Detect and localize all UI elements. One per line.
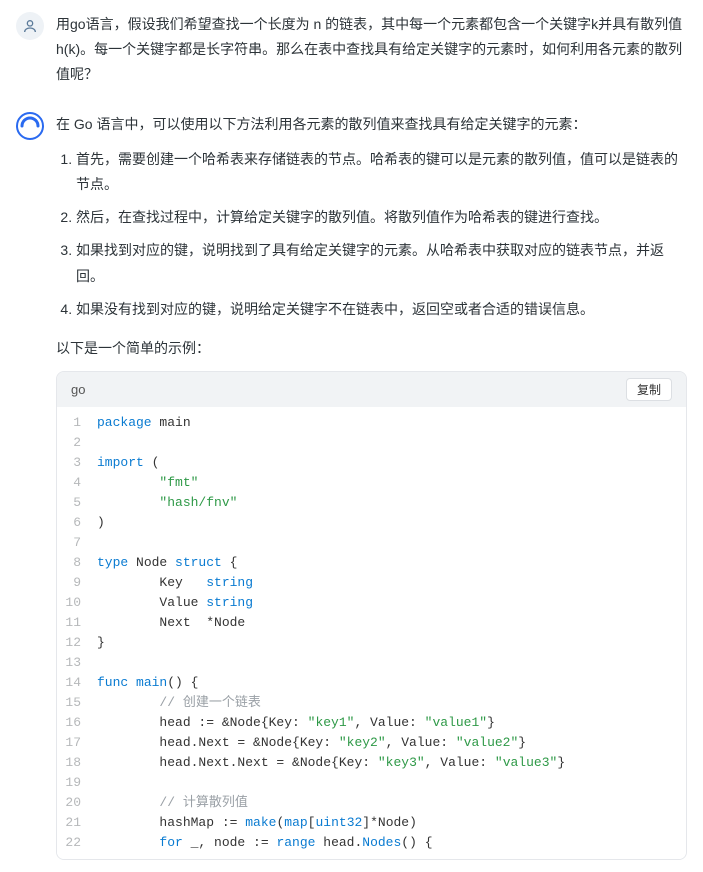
code-line: 1package main xyxy=(57,413,686,433)
line-number: 2 xyxy=(57,433,91,453)
user-text: 用go语言，假设我们希望查找一个长度为 n 的链表，其中每一个元素都包含一个关键… xyxy=(56,12,687,88)
line-code: Key string xyxy=(91,573,686,593)
line-number: 4 xyxy=(57,473,91,493)
line-number: 6 xyxy=(57,513,91,533)
line-code: // 创建一个链表 xyxy=(91,693,686,713)
line-code: hashMap := make(map[uint32]*Node) xyxy=(91,813,686,833)
line-code: // 计算散列值 xyxy=(91,793,686,813)
assistant-intro: 在 Go 语言中，可以使用以下方法利用各元素的散列值来查找具有给定关键字的元素： xyxy=(56,112,687,137)
code-lang: go xyxy=(71,378,85,401)
line-code xyxy=(91,433,686,453)
line-code: type Node struct { xyxy=(91,553,686,573)
code-line: 18 head.Next.Next = &Node{Key: "key3", V… xyxy=(57,753,686,773)
code-line: 11 Next *Node xyxy=(57,613,686,633)
code-line: 15 // 创建一个链表 xyxy=(57,693,686,713)
line-number: 10 xyxy=(57,593,91,613)
line-number: 11 xyxy=(57,613,91,633)
line-number: 17 xyxy=(57,733,91,753)
code-line: 13 xyxy=(57,653,686,673)
code-header: go 复制 xyxy=(57,372,686,407)
code-line: 16 head := &Node{Key: "key1", Value: "va… xyxy=(57,713,686,733)
line-code: } xyxy=(91,633,686,653)
code-line: 8type Node struct { xyxy=(57,553,686,573)
user-icon xyxy=(22,18,38,34)
line-code: for _, node := range head.Nodes() { xyxy=(91,833,686,853)
code-line: 17 head.Next = &Node{Key: "key2", Value:… xyxy=(57,733,686,753)
code-line: 10 Value string xyxy=(57,593,686,613)
line-number: 3 xyxy=(57,453,91,473)
code-line: 21 hashMap := make(map[uint32]*Node) xyxy=(57,813,686,833)
line-number: 9 xyxy=(57,573,91,593)
assistant-steps: 首先，需要创建一个哈希表来存储链表的节点。哈希表的键可以是元素的散列值，值可以是… xyxy=(56,147,687,322)
line-number: 22 xyxy=(57,833,91,853)
line-code: head.Next.Next = &Node{Key: "key3", Valu… xyxy=(91,753,686,773)
line-number: 1 xyxy=(57,413,91,433)
line-code xyxy=(91,773,686,793)
user-avatar xyxy=(16,12,44,40)
code-line: 7 xyxy=(57,533,686,553)
line-number: 13 xyxy=(57,653,91,673)
code-line: 14func main() { xyxy=(57,673,686,693)
step-1: 首先，需要创建一个哈希表来存储链表的节点。哈希表的键可以是元素的散列值，值可以是… xyxy=(76,147,687,197)
line-code: head := &Node{Key: "key1", Value: "value… xyxy=(91,713,686,733)
user-message: 用go语言，假设我们希望查找一个长度为 n 的链表，其中每一个元素都包含一个关键… xyxy=(0,0,703,100)
code-line: 19 xyxy=(57,773,686,793)
code-line: 5 "hash/fnv" xyxy=(57,493,686,513)
line-code: import ( xyxy=(91,453,686,473)
code-line: 6) xyxy=(57,513,686,533)
code-line: 20 // 计算散列值 xyxy=(57,793,686,813)
code-line: 9 Key string xyxy=(57,573,686,593)
assistant-avatar xyxy=(16,112,44,140)
line-code xyxy=(91,533,686,553)
line-number: 19 xyxy=(57,773,91,793)
line-code: "fmt" xyxy=(91,473,686,493)
code-line: 12} xyxy=(57,633,686,653)
line-code: head.Next = &Node{Key: "key2", Value: "v… xyxy=(91,733,686,753)
line-code: Value string xyxy=(91,593,686,613)
assistant-message: 在 Go 语言中，可以使用以下方法利用各元素的散列值来查找具有给定关键字的元素：… xyxy=(0,100,703,872)
line-code: ) xyxy=(91,513,686,533)
line-number: 7 xyxy=(57,533,91,553)
step-2: 然后，在查找过程中，计算给定关键字的散列值。将散列值作为哈希表的键进行查找。 xyxy=(76,205,687,230)
line-number: 20 xyxy=(57,793,91,813)
line-number: 12 xyxy=(57,633,91,653)
line-code xyxy=(91,653,686,673)
code-body: 1package main23import (4 "fmt"5 "hash/fn… xyxy=(57,407,686,859)
line-code: "hash/fnv" xyxy=(91,493,686,513)
code-line: 22 for _, node := range head.Nodes() { xyxy=(57,833,686,853)
line-number: 5 xyxy=(57,493,91,513)
line-number: 14 xyxy=(57,673,91,693)
step-4: 如果没有找到对应的键，说明给定关键字不在链表中，返回空或者合适的错误信息。 xyxy=(76,297,687,322)
line-code: func main() { xyxy=(91,673,686,693)
line-number: 21 xyxy=(57,813,91,833)
code-line: 2 xyxy=(57,433,686,453)
line-code: package main xyxy=(91,413,686,433)
line-number: 8 xyxy=(57,553,91,573)
assistant-icon xyxy=(16,112,44,140)
line-number: 15 xyxy=(57,693,91,713)
code-line: 3import ( xyxy=(57,453,686,473)
code-block: go 复制 1package main23import (4 "fmt"5 "h… xyxy=(56,371,687,860)
assistant-outro: 以下是一个简单的示例： xyxy=(56,336,687,361)
line-code: Next *Node xyxy=(91,613,686,633)
code-line: 4 "fmt" xyxy=(57,473,686,493)
copy-button[interactable]: 复制 xyxy=(626,378,672,401)
line-number: 18 xyxy=(57,753,91,773)
assistant-content: 在 Go 语言中，可以使用以下方法利用各元素的散列值来查找具有给定关键字的元素：… xyxy=(56,112,687,861)
step-3: 如果找到对应的键，说明找到了具有给定关键字的元素。从哈希表中获取对应的链表节点，… xyxy=(76,238,687,288)
line-number: 16 xyxy=(57,713,91,733)
